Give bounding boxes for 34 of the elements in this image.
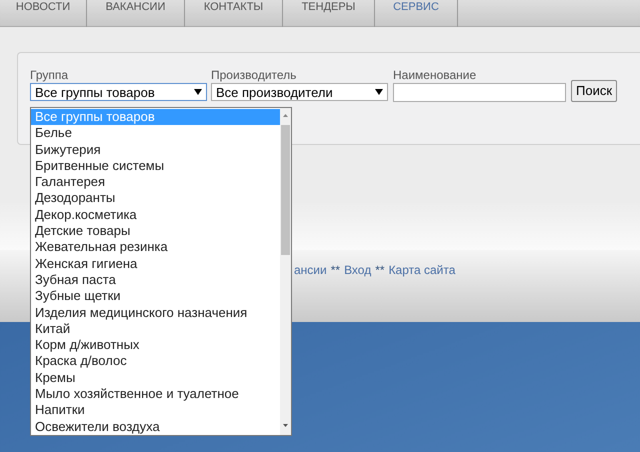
caret-icon: [194, 89, 202, 95]
dropdown-option[interactable]: Бижутерия: [31, 142, 280, 158]
search-button[interactable]: Поиск: [571, 80, 618, 102]
dropdown-option[interactable]: Зубные щетки: [31, 288, 280, 305]
dropdown-option[interactable]: Освежители воздуха: [31, 418, 280, 435]
name-field[interactable]: [393, 83, 566, 102]
manufacturer-select[interactable]: Все производители: [211, 83, 388, 101]
scrollbar[interactable]: [280, 108, 291, 435]
dropdown-option[interactable]: Китай: [31, 320, 280, 338]
dropdown-option[interactable]: Мыло хозяйственное и туалетное: [31, 386, 280, 402]
dropdown-option[interactable]: Краска д/волос: [31, 353, 280, 370]
separator-text: **: [375, 262, 385, 279]
group-select[interactable]: Все группы товаров: [30, 83, 207, 101]
dropdown-option[interactable]: Бритвенные системы: [31, 158, 280, 174]
dropdown-option[interactable]: Дезодоранты: [31, 190, 280, 207]
footer-link[interactable]: Вход: [344, 261, 372, 279]
dropdown-option[interactable]: Напитки: [31, 402, 280, 419]
dropdown-option[interactable]: Корм д/животных: [31, 337, 280, 354]
footer-link[interactable]: Карта сайта: [388, 261, 456, 279]
dropdown-option[interactable]: Женская гигиена: [31, 256, 280, 272]
dropdown-option[interactable]: Изделия медицинского назначения: [31, 304, 280, 321]
dropdown-option[interactable]: Детские товары: [31, 223, 280, 240]
field-label: Группа: [30, 67, 70, 83]
separator-text: **: [330, 262, 340, 279]
caret-icon: [375, 89, 383, 95]
footer-link[interactable]: ансии: [294, 261, 327, 279]
dropdown-option[interactable]: Жевательная резинка: [31, 239, 280, 256]
dropdown-option[interactable]: Кремы: [31, 370, 280, 386]
dropdown-option[interactable]: Декор.косметика: [31, 206, 280, 224]
dropdown-option[interactable]: Зубная паста: [31, 272, 280, 288]
field-label: Наименование: [393, 67, 478, 83]
dropdown-option[interactable]: Галантерея: [31, 174, 280, 190]
field-label: Производитель: [211, 67, 298, 83]
dropdown-option[interactable]: Белье: [31, 125, 280, 142]
